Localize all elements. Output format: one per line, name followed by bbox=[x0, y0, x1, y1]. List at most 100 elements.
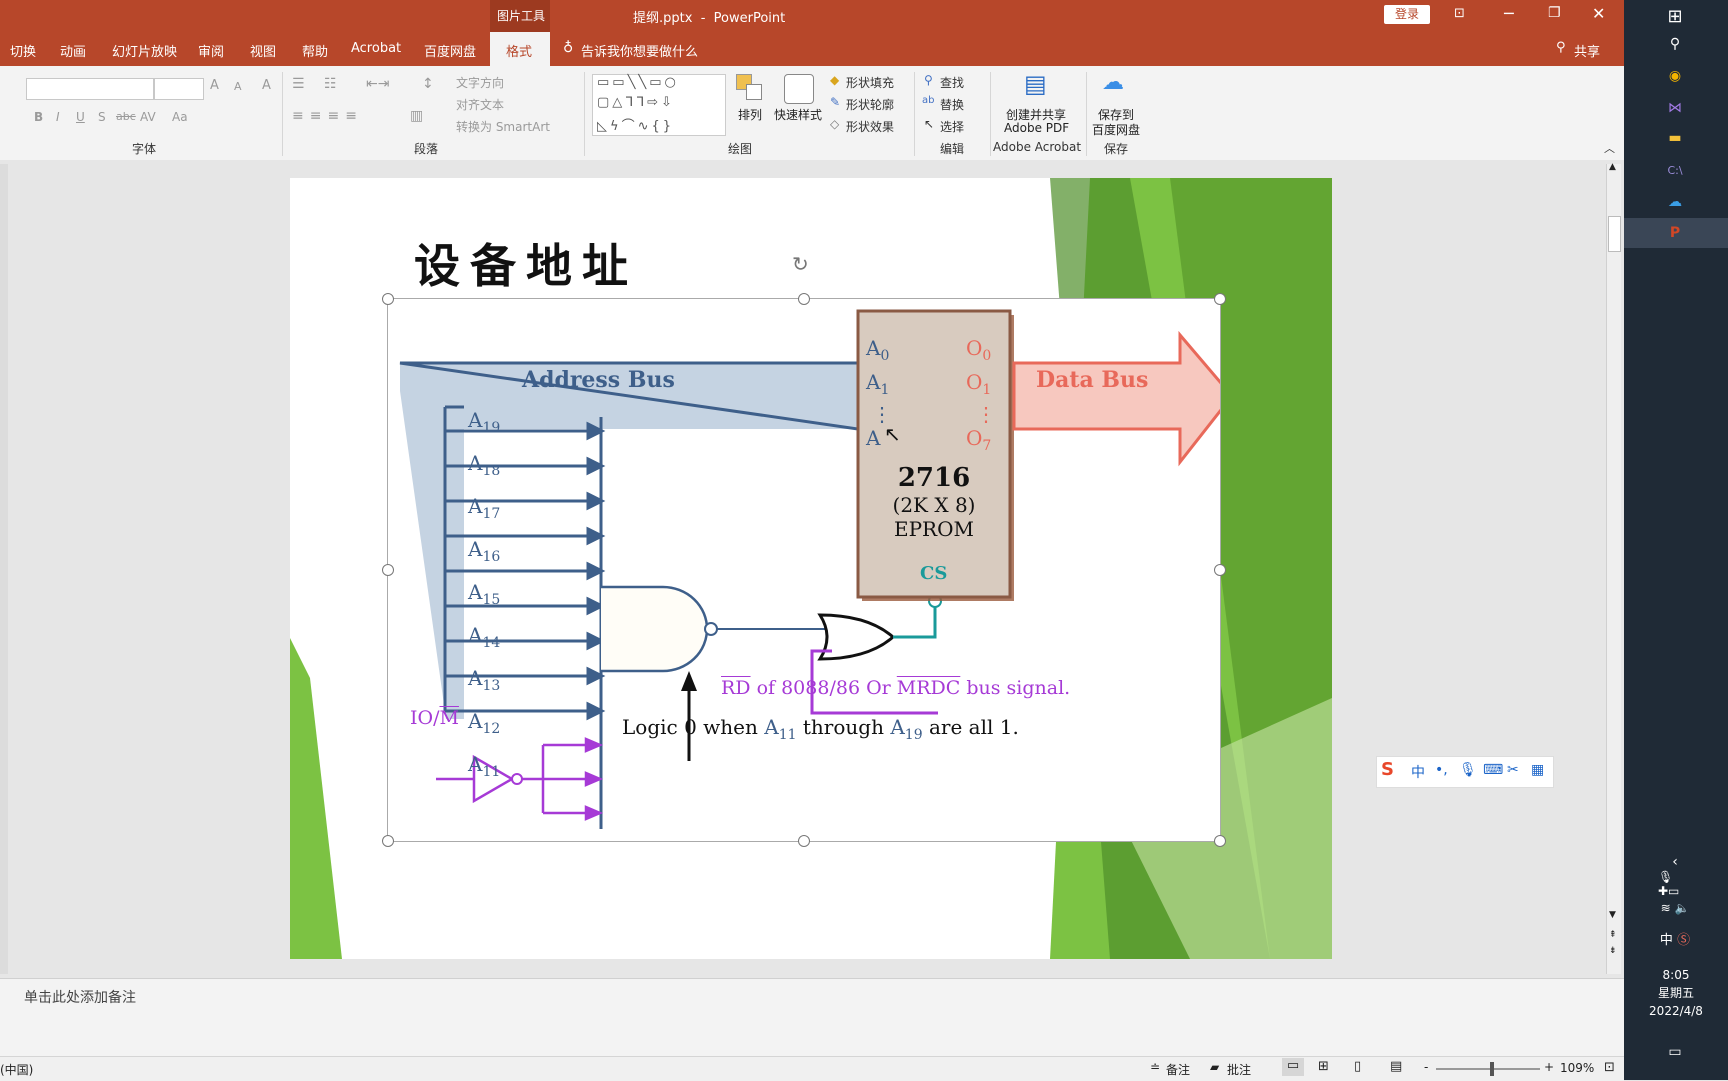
zoom-slider[interactable] bbox=[1436, 1062, 1540, 1076]
find-button[interactable]: 查找 bbox=[940, 74, 964, 91]
tab-view[interactable]: 视图 bbox=[250, 41, 276, 60]
photos-icon[interactable]: ☁ bbox=[1658, 190, 1692, 214]
quick-styles-button[interactable]: 快速样式 bbox=[774, 106, 822, 123]
vertical-scrollbar[interactable]: ▲ ▼ ⇞ ⇟ bbox=[1606, 162, 1621, 974]
notes-pane[interactable]: 单击此处添加备注 bbox=[0, 978, 1624, 1057]
zoom-slider-thumb[interactable] bbox=[1489, 1062, 1494, 1076]
slide-canvas[interactable]: 设备地址 Address Bus Data Bus A19 A18 A17 A1… bbox=[290, 178, 1332, 959]
tab-animations[interactable]: 动画 bbox=[60, 41, 86, 60]
ribbon-display-icon[interactable]: ⊡ bbox=[1454, 6, 1465, 21]
arrange-button[interactable]: 排列 bbox=[738, 106, 762, 123]
resize-handle-nw[interactable] bbox=[382, 293, 394, 305]
scroll-down-icon[interactable]: ▼ bbox=[1609, 910, 1616, 920]
chrome-icon[interactable]: ◉ bbox=[1658, 64, 1692, 88]
shape-fill-button[interactable]: 形状填充 bbox=[846, 74, 894, 91]
zoom-in-button[interactable]: + bbox=[1544, 1060, 1554, 1074]
close-icon[interactable]: ✕ bbox=[1592, 4, 1605, 23]
notification-icon[interactable]: ▭ bbox=[1658, 1040, 1692, 1064]
tell-me-search[interactable]: 告诉我你想要做什么 bbox=[581, 41, 698, 60]
share-icon[interactable]: ⚲ bbox=[1556, 40, 1566, 55]
resize-handle-s[interactable] bbox=[798, 835, 810, 847]
bullets-icon[interactable]: ☰ bbox=[292, 76, 305, 92]
bold-button[interactable]: B bbox=[34, 110, 43, 124]
prev-slide-icon[interactable]: ⇞ bbox=[1609, 930, 1617, 940]
clear-format-button[interactable]: A bbox=[262, 78, 271, 93]
italic-button[interactable]: I bbox=[56, 110, 60, 124]
diagram-image[interactable]: Address Bus Data Bus A19 A18 A17 A16 A15… bbox=[382, 293, 1226, 847]
change-case-button[interactable]: Aa bbox=[172, 110, 188, 124]
network-volume-icons[interactable]: ≋ 🔈 bbox=[1658, 896, 1692, 920]
font-name-combo[interactable] bbox=[26, 78, 154, 100]
quick-styles-icon[interactable] bbox=[784, 74, 814, 104]
resize-handle-w[interactable] bbox=[382, 564, 394, 576]
font-size-combo[interactable] bbox=[154, 78, 204, 100]
keyboard-icon[interactable]: ⌨ bbox=[1483, 762, 1503, 778]
tab-review[interactable]: 审阅 bbox=[198, 41, 224, 60]
resize-handle-n[interactable] bbox=[798, 293, 810, 305]
strikethrough-button[interactable]: abc bbox=[116, 110, 136, 123]
reading-view-icon[interactable]: ▯ bbox=[1354, 1059, 1361, 1074]
indent-icon[interactable]: ⇤⇥ bbox=[366, 76, 389, 92]
search-icon[interactable]: ⚲ bbox=[1658, 32, 1692, 56]
zoom-level[interactable]: 109% bbox=[1560, 1061, 1594, 1075]
tab-transitions[interactable]: 切换 bbox=[10, 41, 36, 60]
zoom-out-button[interactable]: - bbox=[1424, 1060, 1428, 1074]
share-button[interactable]: 共享 bbox=[1574, 41, 1600, 60]
normal-view-icon[interactable]: ▭ bbox=[1282, 1058, 1304, 1076]
restore-icon[interactable]: ❐ bbox=[1548, 5, 1561, 21]
visual-studio-icon[interactable]: ⋈ bbox=[1658, 96, 1692, 120]
underline-button[interactable]: U bbox=[76, 110, 85, 124]
scroll-up-icon[interactable]: ▲ bbox=[1609, 162, 1616, 172]
slide-title[interactable]: 设备地址 bbox=[414, 230, 638, 296]
shrink-font-button[interactable]: A bbox=[234, 80, 242, 93]
toolbox-icon[interactable]: ▦ bbox=[1531, 762, 1544, 778]
ime-toolbar[interactable]: S 中 •, 🎙 ⌨ ✂ ▦ bbox=[1376, 756, 1554, 788]
columns-icon[interactable]: ▥ bbox=[410, 108, 423, 124]
microphone-icon[interactable]: 🎙 bbox=[1459, 762, 1477, 778]
scrollbar-thumb[interactable] bbox=[1608, 216, 1621, 252]
file-explorer-icon[interactable]: ▬ bbox=[1658, 126, 1692, 150]
ime-mode-button[interactable]: 中 bbox=[1411, 762, 1425, 782]
next-slide-icon[interactable]: ⇟ bbox=[1609, 946, 1617, 956]
tab-acrobat[interactable]: Acrobat bbox=[351, 41, 401, 56]
char-spacing-button[interactable]: AV bbox=[140, 110, 156, 124]
notes-placeholder[interactable]: 单击此处添加备注 bbox=[24, 987, 136, 1007]
convert-smartart-button[interactable]: 转换为 SmartArt bbox=[456, 118, 550, 135]
login-button[interactable]: 登录 bbox=[1384, 5, 1430, 24]
rotate-handle-icon[interactable]: ↻ bbox=[792, 252, 809, 276]
tab-format[interactable]: 格式 bbox=[506, 41, 532, 60]
resize-handle-se[interactable] bbox=[1214, 835, 1226, 847]
slide-sorter-icon[interactable]: ⊞ bbox=[1318, 1059, 1329, 1074]
baidu-cloud-icon[interactable]: ☁ bbox=[1102, 70, 1124, 95]
shapes-gallery[interactable]: ▭▭╲╲▭○ ▢△ᒣᒣ⇨⇩ ◺ϟ⌒∿{} bbox=[592, 74, 726, 136]
notes-toggle[interactable]: 备注 bbox=[1166, 1061, 1190, 1078]
shape-outline-button[interactable]: 形状轮廓 bbox=[846, 96, 894, 113]
scissors-icon[interactable]: ✂ bbox=[1507, 762, 1519, 778]
tray-icons[interactable]: 🎙✚▭ bbox=[1658, 870, 1692, 898]
tab-help[interactable]: 帮助 bbox=[302, 41, 328, 60]
shape-effects-button[interactable]: 形状效果 bbox=[846, 118, 894, 135]
collapse-ribbon-icon[interactable]: ︿ bbox=[1604, 140, 1615, 156]
replace-button[interactable]: 替换 bbox=[940, 96, 964, 113]
comments-toggle[interactable]: 批注 bbox=[1227, 1061, 1251, 1078]
windows-start-icon[interactable]: ⊞ bbox=[1658, 4, 1692, 28]
arrange-icon[interactable] bbox=[736, 74, 762, 100]
powerpoint-icon[interactable]: P bbox=[1658, 221, 1692, 245]
resize-handle-ne[interactable] bbox=[1214, 293, 1226, 305]
tab-baidu[interactable]: 百度网盘 bbox=[424, 41, 476, 60]
ime-punctuation-button[interactable]: •, bbox=[1435, 762, 1448, 778]
numbering-icon[interactable]: ☷ bbox=[324, 76, 337, 92]
slideshow-icon[interactable]: ▤ bbox=[1390, 1059, 1402, 1074]
line-spacing-icon[interactable]: ↕ bbox=[422, 76, 434, 92]
grow-font-button[interactable]: A bbox=[210, 78, 219, 93]
resize-handle-sw[interactable] bbox=[382, 835, 394, 847]
align-buttons-icon[interactable]: ≡≡≡≡ bbox=[292, 108, 363, 124]
tab-slideshow[interactable]: 幻灯片放映 bbox=[112, 41, 177, 60]
text-direction-button[interactable]: 文字方向 bbox=[456, 74, 504, 91]
input-method-indicator[interactable]: 中 Ⓢ bbox=[1658, 926, 1692, 950]
select-button[interactable]: 选择 bbox=[940, 118, 964, 135]
create-pdf-line2[interactable]: Adobe PDF bbox=[1004, 121, 1069, 135]
fit-slide-icon[interactable]: ⊡ bbox=[1604, 1060, 1615, 1075]
minimize-icon[interactable]: ─ bbox=[1504, 4, 1514, 23]
shadow-button[interactable]: S bbox=[98, 110, 106, 124]
